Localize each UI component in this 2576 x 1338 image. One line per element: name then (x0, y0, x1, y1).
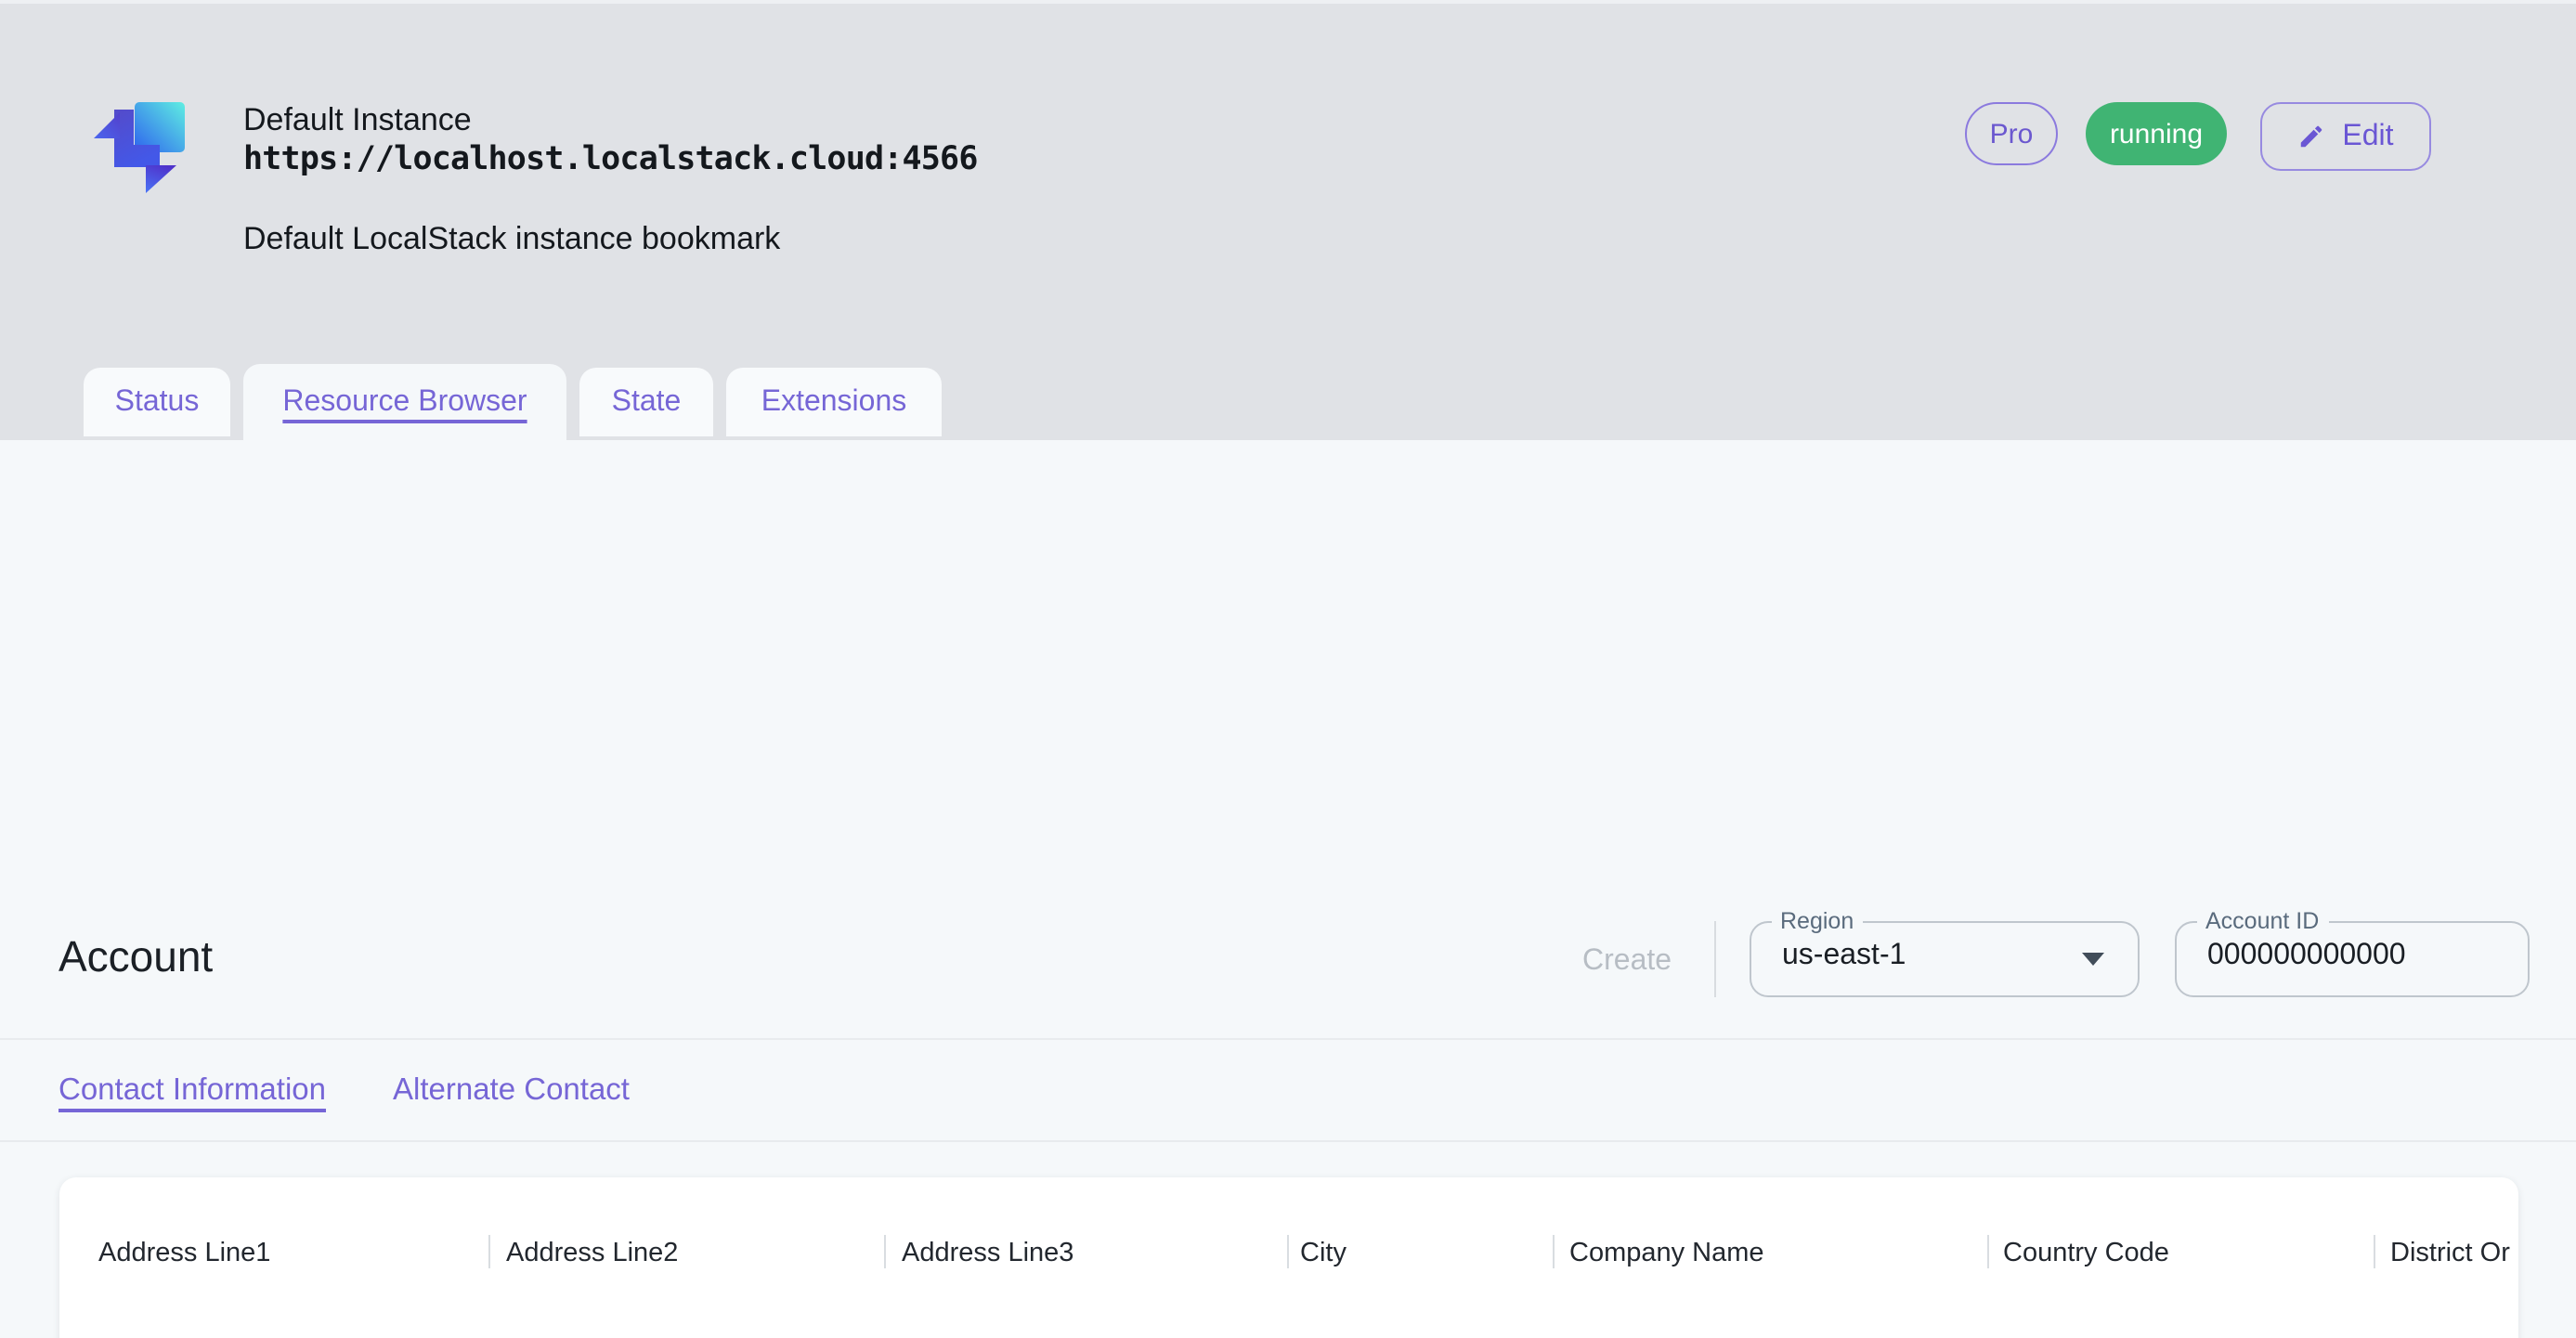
region-select-value: us-east-1 (1782, 940, 2061, 973)
tab-resource-browser-label: Resource Browser (282, 386, 527, 420)
app-window: Default Instance https://localhost.local… (0, 0, 2576, 1338)
edit-button-label: Edit (2342, 120, 2393, 153)
column-header-address-line3: Address Line3 (902, 1238, 1073, 1267)
account-id-input[interactable] (2207, 940, 2486, 973)
edit-instance-button[interactable]: Edit (2260, 102, 2431, 171)
tab-status-label: Status (115, 385, 200, 419)
create-button[interactable]: Create (1571, 942, 1683, 980)
subtab-contact-information[interactable]: Contact Information (59, 1072, 326, 1108)
section-divider-bottom (0, 1140, 2576, 1142)
column-header-company-name: Company Name (1569, 1238, 1764, 1267)
region-select-label: Region (1771, 908, 1863, 934)
tab-extensions-label: Extensions (761, 385, 907, 419)
contact-information-table-card: Address Line1 Address Line2 Address Line… (59, 1176, 2517, 1338)
tab-status[interactable]: Status (84, 368, 230, 436)
section-divider-top (0, 1038, 2576, 1040)
column-separator (884, 1234, 886, 1267)
column-separator (1553, 1234, 1555, 1267)
tab-state-label: State (612, 385, 682, 419)
tab-extensions[interactable]: Extensions (726, 368, 942, 436)
column-header-country-code: Country Code (2003, 1238, 2169, 1267)
column-header-city: City (1300, 1238, 1347, 1267)
pencil-icon (2297, 123, 2325, 150)
localstack-logo-icon (89, 89, 197, 197)
account-id-field[interactable]: Account ID (2174, 921, 2529, 996)
column-separator (1987, 1234, 1989, 1267)
arrow-drop-down-icon (2081, 953, 2103, 966)
instance-name: Default Instance (243, 102, 472, 139)
account-id-label: Account ID (2196, 908, 2328, 934)
resource-title: Account (59, 931, 213, 981)
pro-badge: Pro (1965, 102, 2058, 165)
instance-description: Default LocalStack instance bookmark (243, 221, 780, 258)
tab-resource-browser[interactable]: Resource Browser (243, 363, 566, 443)
header-vertical-divider (1714, 920, 1716, 996)
column-header-address-line2: Address Line2 (506, 1238, 678, 1267)
column-separator (2374, 1234, 2375, 1267)
column-separator (488, 1234, 490, 1267)
instance-header: Default Instance https://localhost.local… (0, 0, 2576, 439)
subtab-alternate-contact[interactable]: Alternate Contact (393, 1072, 630, 1108)
column-header-district: District Or (2390, 1238, 2510, 1267)
column-header-address-line1: Address Line1 (98, 1238, 270, 1267)
instance-url: https://localhost.localstack.cloud:4566 (243, 141, 978, 178)
resource-browser-panel: Account Create Region us-east-1 Account … (0, 439, 2576, 1338)
status-badge: running (2086, 102, 2227, 165)
region-select[interactable]: Region us-east-1 (1749, 921, 2139, 996)
column-separator (1286, 1234, 1288, 1267)
tab-state[interactable]: State (579, 368, 713, 436)
